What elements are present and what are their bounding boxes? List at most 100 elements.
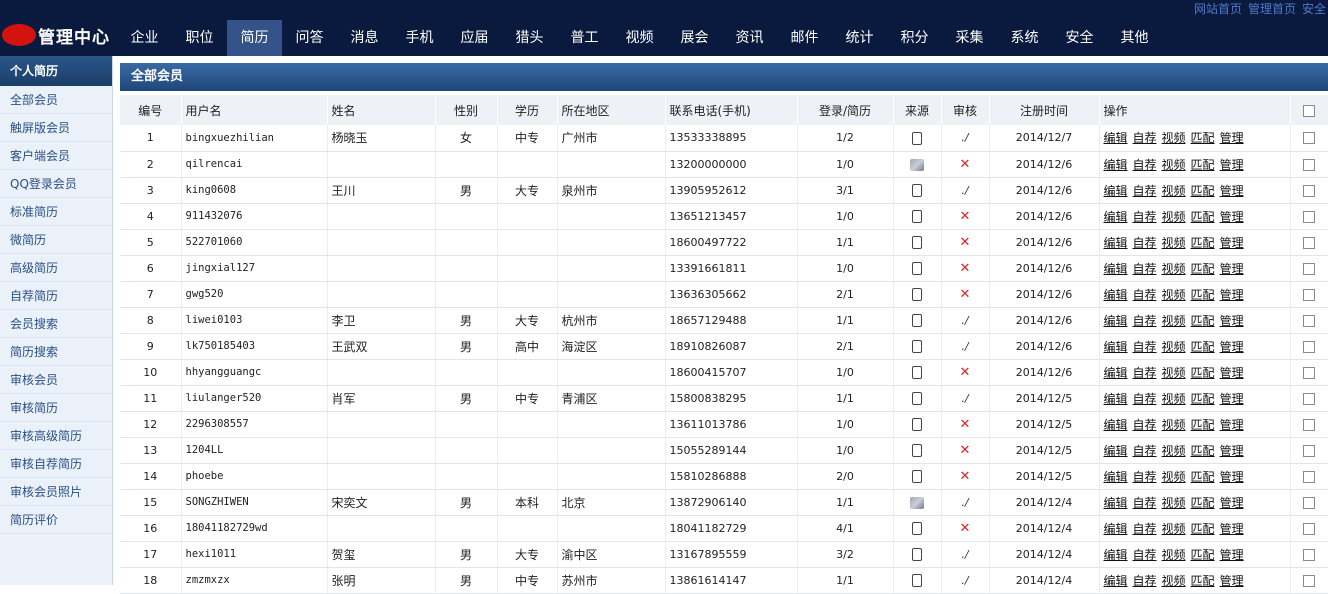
op-link[interactable]: 自荐	[1133, 210, 1157, 224]
op-link[interactable]: 匹配	[1191, 418, 1215, 432]
nav-item[interactable]: 简历	[227, 20, 282, 56]
op-link[interactable]: 编辑	[1104, 184, 1128, 198]
approved-check-icon[interactable]: ./	[961, 340, 968, 353]
op-link[interactable]: 视频	[1162, 184, 1186, 198]
op-link[interactable]: 匹配	[1191, 470, 1215, 484]
nav-item[interactable]: 普工	[557, 20, 612, 56]
op-link[interactable]: 编辑	[1104, 288, 1128, 302]
nav-item[interactable]: 职位	[172, 20, 227, 56]
op-link[interactable]: 视频	[1162, 548, 1186, 562]
op-link[interactable]: 编辑	[1104, 210, 1128, 224]
row-checkbox[interactable]	[1303, 418, 1315, 431]
logo[interactable]: 管理中心	[0, 22, 110, 48]
rejected-x-icon[interactable]: ✕	[960, 521, 971, 536]
nav-item[interactable]: 积分	[887, 20, 942, 56]
op-link[interactable]: 管理	[1220, 184, 1244, 198]
approved-check-icon[interactable]: ./	[961, 548, 968, 561]
op-link[interactable]: 编辑	[1104, 340, 1128, 354]
op-link[interactable]: 匹配	[1191, 496, 1215, 510]
nav-item[interactable]: 资讯	[722, 20, 777, 56]
op-link[interactable]: 匹配	[1191, 131, 1215, 145]
rejected-x-icon[interactable]: ✕	[960, 157, 971, 172]
op-link[interactable]: 编辑	[1104, 262, 1128, 276]
nav-item[interactable]: 视频	[612, 20, 667, 56]
op-link[interactable]: 自荐	[1133, 548, 1157, 562]
row-checkbox[interactable]	[1303, 444, 1315, 457]
sidebar-item[interactable]: 审核会员照片	[0, 478, 112, 506]
op-link[interactable]: 编辑	[1104, 444, 1128, 458]
op-link[interactable]: 自荐	[1133, 158, 1157, 172]
row-checkbox[interactable]	[1303, 210, 1315, 223]
op-link[interactable]: 编辑	[1104, 158, 1128, 172]
op-link[interactable]: 编辑	[1104, 522, 1128, 536]
op-link[interactable]: 匹配	[1191, 314, 1215, 328]
nav-item[interactable]: 猎头	[502, 20, 557, 56]
op-link[interactable]: 匹配	[1191, 210, 1215, 224]
op-link[interactable]: 视频	[1162, 470, 1186, 484]
op-link[interactable]: 管理	[1220, 522, 1244, 536]
nav-item[interactable]: 其他	[1107, 20, 1162, 56]
sidebar-item[interactable]: 高级简历	[0, 254, 112, 282]
op-link[interactable]: 匹配	[1191, 236, 1215, 250]
op-link[interactable]: 自荐	[1133, 262, 1157, 276]
op-link[interactable]: 自荐	[1133, 574, 1157, 588]
rejected-x-icon[interactable]: ✕	[960, 365, 971, 380]
op-link[interactable]: 自荐	[1133, 418, 1157, 432]
op-link[interactable]: 匹配	[1191, 392, 1215, 406]
row-checkbox[interactable]	[1303, 392, 1315, 405]
op-link[interactable]: 编辑	[1104, 574, 1128, 588]
op-link[interactable]: 管理	[1220, 158, 1244, 172]
nav-item[interactable]: 统计	[832, 20, 887, 56]
rejected-x-icon[interactable]: ✕	[960, 235, 971, 250]
op-link[interactable]: 自荐	[1133, 340, 1157, 354]
op-link[interactable]: 管理	[1220, 131, 1244, 145]
rejected-x-icon[interactable]: ✕	[960, 287, 971, 302]
op-link[interactable]: 视频	[1162, 236, 1186, 250]
op-link[interactable]: 视频	[1162, 366, 1186, 380]
nav-item[interactable]: 邮件	[777, 20, 832, 56]
sidebar-item[interactable]: 审核简历	[0, 394, 112, 422]
row-checkbox[interactable]	[1303, 158, 1315, 171]
op-link[interactable]: 管理	[1220, 496, 1244, 510]
row-checkbox[interactable]	[1303, 470, 1315, 483]
op-link[interactable]: 编辑	[1104, 392, 1128, 406]
sidebar-item[interactable]: 审核高级简历	[0, 422, 112, 450]
row-checkbox[interactable]	[1303, 262, 1315, 275]
op-link[interactable]: 管理	[1220, 418, 1244, 432]
row-checkbox[interactable]	[1303, 132, 1315, 145]
nav-item[interactable]: 安全	[1052, 20, 1107, 56]
rejected-x-icon[interactable]: ✕	[960, 469, 971, 484]
sidebar-item[interactable]: 标准简历	[0, 198, 112, 226]
top-link[interactable]: 管理首页	[1248, 0, 1296, 17]
nav-item[interactable]: 采集	[942, 20, 997, 56]
row-checkbox[interactable]	[1303, 184, 1315, 197]
sidebar-item[interactable]: 自荐简历	[0, 282, 112, 310]
op-link[interactable]: 匹配	[1191, 158, 1215, 172]
rejected-x-icon[interactable]: ✕	[960, 443, 971, 458]
op-link[interactable]: 编辑	[1104, 470, 1128, 484]
op-link[interactable]: 自荐	[1133, 522, 1157, 536]
nav-item[interactable]: 展会	[667, 20, 722, 56]
op-link[interactable]: 视频	[1162, 314, 1186, 328]
op-link[interactable]: 管理	[1220, 340, 1244, 354]
top-link[interactable]: 安全	[1302, 0, 1326, 17]
op-link[interactable]: 视频	[1162, 392, 1186, 406]
op-link[interactable]: 视频	[1162, 131, 1186, 145]
op-link[interactable]: 匹配	[1191, 288, 1215, 302]
op-link[interactable]: 自荐	[1133, 314, 1157, 328]
op-link[interactable]: 自荐	[1133, 236, 1157, 250]
op-link[interactable]: 编辑	[1104, 548, 1128, 562]
op-link[interactable]: 匹配	[1191, 262, 1215, 276]
op-link[interactable]: 视频	[1162, 210, 1186, 224]
op-link[interactable]: 自荐	[1133, 444, 1157, 458]
op-link[interactable]: 自荐	[1133, 392, 1157, 406]
op-link[interactable]: 编辑	[1104, 131, 1128, 145]
op-link[interactable]: 匹配	[1191, 548, 1215, 562]
op-link[interactable]: 视频	[1162, 444, 1186, 458]
op-link[interactable]: 管理	[1220, 288, 1244, 302]
op-link[interactable]: 自荐	[1133, 184, 1157, 198]
approved-check-icon[interactable]: ./	[961, 184, 968, 197]
op-link[interactable]: 编辑	[1104, 236, 1128, 250]
op-link[interactable]: 自荐	[1133, 131, 1157, 145]
row-checkbox[interactable]	[1303, 522, 1315, 535]
